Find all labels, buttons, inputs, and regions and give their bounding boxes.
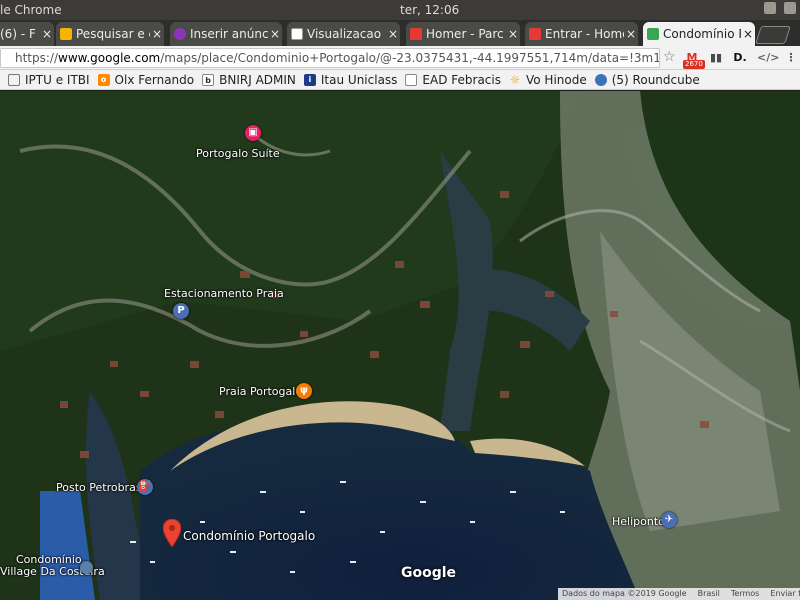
location-pin-icon[interactable] [163,519,181,547]
gas-station-icon[interactable]: ⛽ [137,479,153,495]
place-marker-icon[interactable] [80,561,93,574]
itau-icon: i [303,73,316,86]
map-attribution: Dados do mapa ©2019 Google Brasil Termos… [558,588,800,600]
close-icon[interactable]: × [624,27,638,41]
attribution-country[interactable]: Brasil [698,588,720,600]
attribution-data: Dados do mapa ©2019 Google [562,589,687,598]
tab-title: Condomínio P [663,27,741,41]
place-label-heliponto[interactable]: Heliponto [612,515,665,528]
tab-title: Homer - Parc [426,27,504,41]
analytics-icon[interactable]: ▮▮ [707,49,725,67]
place-label-posto[interactable]: Posto Petrobras [56,481,142,494]
tab-visualizacao[interactable]: Visualizacao × [287,22,400,46]
system-indicators [764,2,796,14]
folder-icon [8,73,20,86]
tab-notifications[interactable]: (6) - F × [0,22,54,46]
bookmark-label: Vo Hinode [525,72,587,87]
bnirj-icon [291,28,303,40]
url-scheme: https:// [15,51,59,65]
pin-icon [410,28,422,40]
network-icon[interactable] [764,2,776,14]
url-path: /maps/place/Condominio+Portogalo/@-23.03… [160,51,659,65]
close-icon[interactable]: × [506,27,520,41]
bookmark-label: IPTU e ITBI [25,72,90,87]
olx-icon [174,28,186,40]
bookmark-bnirj[interactable]: b BNIRJ ADMIN [202,73,296,87]
menu-icon[interactable]: ⋮ [782,49,800,67]
close-icon[interactable]: × [386,27,400,41]
bookmark-label: EAD Febracis [422,72,501,87]
google-maps-icon [647,28,659,40]
tab-pesquisar[interactable]: Pesquisar e e × [56,22,164,46]
google-logo: Google [401,565,457,581]
olx-icon: o [97,73,110,86]
tab-inserir-anuncio[interactable]: Inserir anúnc × [170,22,282,46]
close-icon[interactable]: × [268,27,282,41]
bookmarks-bar: IPTU e ITBI o Olx Fernando b BNIRJ ADMIN… [0,70,800,90]
bookmark-roundcube[interactable]: (5) Roundcube [594,72,700,87]
restaurant-icon[interactable]: ψ [296,383,312,399]
satellite-map[interactable]: ▣ Portogalo Suíte Estacionamento Praia P… [0,91,800,600]
tab-title: Pesquisar e e [76,27,150,41]
tab-title: Entrar - Home [545,27,624,41]
bookmark-label: (5) Roundcube [611,72,700,87]
close-icon[interactable]: × [741,27,755,41]
volume-icon[interactable] [784,2,796,14]
close-icon[interactable]: × [40,27,54,41]
page-icon [405,73,418,86]
satellite-imagery [0,91,800,600]
os-top-bar: le Chrome ter, 12:06 [0,0,800,20]
terms-link[interactable]: Termos [731,588,759,600]
tab-title: (6) - F [0,27,36,41]
pin-icon [529,28,541,40]
bookmark-olx[interactable]: o Olx Fernando [97,72,195,87]
browser-toolbar: https://www.google.com/maps/place/Condom… [0,46,800,70]
parking-icon[interactable]: P [173,303,189,319]
drive-icon [60,28,72,40]
gmail-badge: 2670 [683,60,705,69]
bookmark-hinode[interactable]: ☼ Vo Hinode [509,73,587,87]
address-bar[interactable]: https://www.google.com/maps/place/Condom… [0,48,660,68]
place-label-condominio-portogalo[interactable]: Condomínio Portogalo [183,529,315,543]
sun-icon: ☼ [509,72,521,87]
place-label-portogalo-suite[interactable]: Portogalo Suíte [196,147,280,160]
tab-homer-parc[interactable]: Homer - Parc × [406,22,520,46]
tab-entrar-home[interactable]: Entrar - Home × [525,22,638,46]
bookmark-label: Olx Fernando [114,72,195,87]
place-label-praia[interactable]: Praia Portogalo [219,385,302,398]
extension-d-icon[interactable]: D. [731,49,749,67]
bookmark-label: BNIRJ ADMIN [219,72,296,87]
bookmark-star-icon[interactable]: ☆ [663,49,676,65]
url-host: www.google.com [58,51,161,65]
dev-tools-icon[interactable]: </> [757,49,779,67]
tab-strip: (6) - F × Pesquisar e e × Inserir anúnc … [0,20,800,46]
bookmark-iptu[interactable]: IPTU e ITBI [8,73,90,87]
feedback-link[interactable]: Enviar feedback [770,588,800,600]
active-app-name: le Chrome [0,3,62,17]
bookmark-ead[interactable]: EAD Febracis [405,73,501,87]
close-icon[interactable]: × [150,27,164,41]
tab-condominio-active[interactable]: Condomínio P × [643,22,755,46]
place-label-estacionamento[interactable]: Estacionamento Praia [164,287,284,300]
roundcube-icon [594,73,607,86]
bookmark-label: Itau Uniclass [320,72,398,87]
tab-title: Visualizacao [307,27,382,41]
new-tab-button[interactable] [755,26,791,44]
tab-title: Inserir anúnc [190,27,268,41]
system-clock[interactable]: ter, 12:06 [400,3,459,17]
bnirj-icon: b [202,73,215,86]
hotel-icon[interactable]: ▣ [245,125,261,141]
bookmark-itau[interactable]: i Itau Uniclass [303,72,398,87]
helipad-icon[interactable]: ✈ [661,512,677,528]
